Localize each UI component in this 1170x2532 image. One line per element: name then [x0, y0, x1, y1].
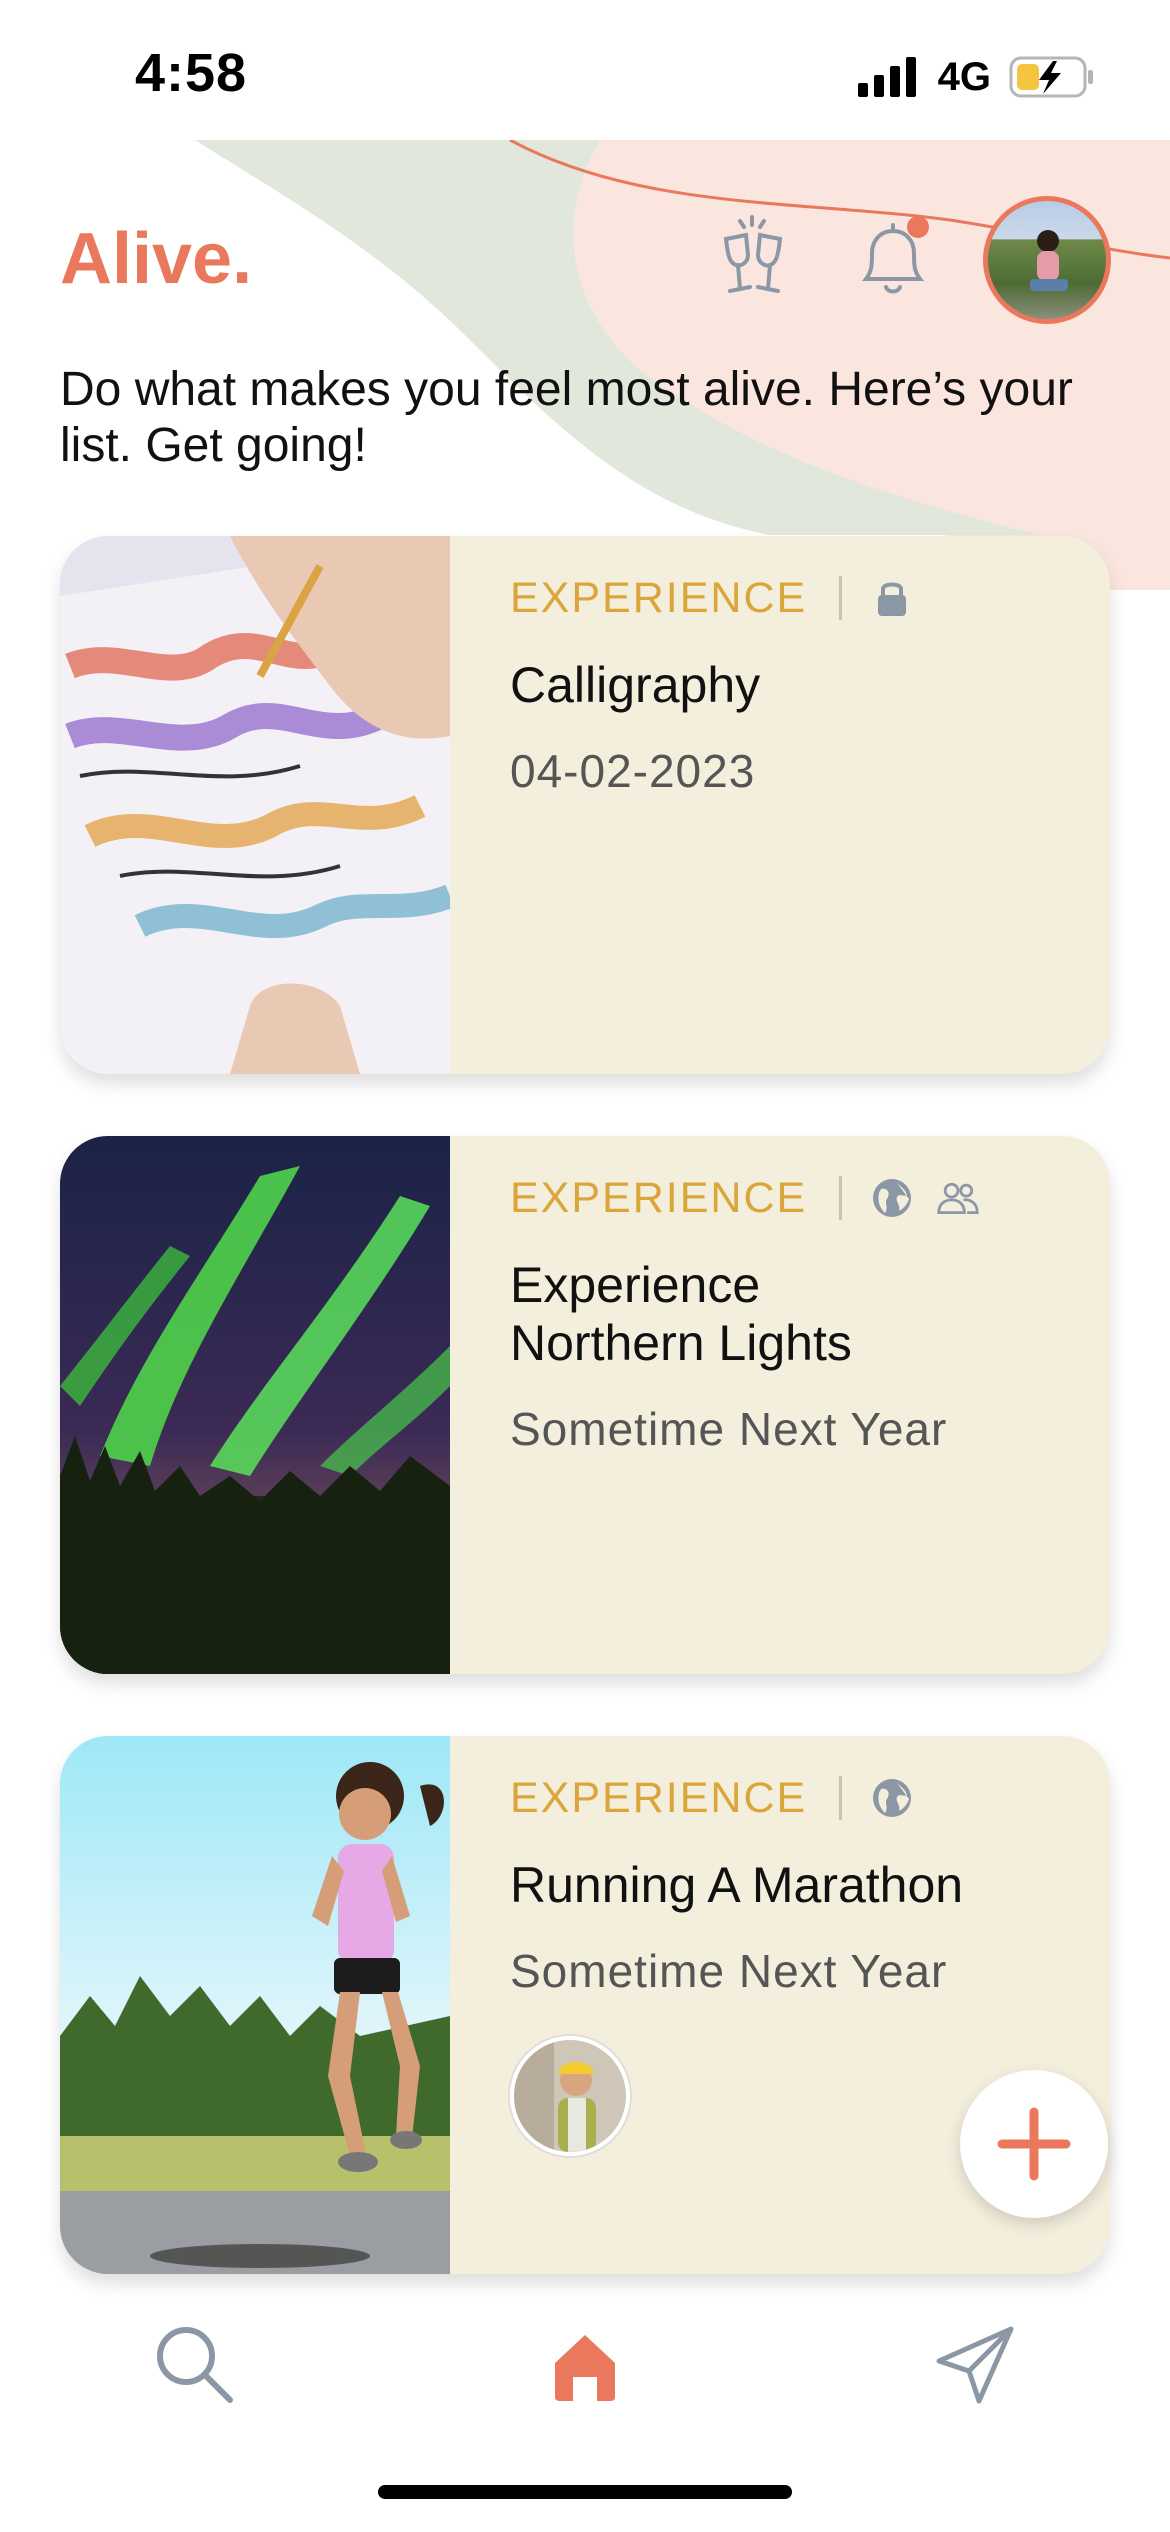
network-type: 4G: [937, 54, 991, 99]
card-date: Sometime Next Year: [510, 1945, 948, 1997]
card-image-marathon: [60, 1736, 450, 2274]
status-time: 4:58: [135, 43, 248, 103]
brand-logo: Alive.: [60, 219, 253, 299]
card-category: EXPERIENCE: [510, 573, 808, 622]
add-item-button[interactable]: [960, 2070, 1108, 2218]
plus-icon: [997, 2107, 1071, 2181]
send-icon: [936, 2326, 1014, 2404]
card-image-northern-lights: [60, 1136, 450, 1674]
list-item-card[interactable]: EXPERIENCE Running A Marathon Sometime N…: [60, 1736, 1110, 2274]
tab-home[interactable]: [530, 2310, 640, 2420]
home-icon: [555, 2335, 615, 2401]
battery-icon: [1009, 56, 1093, 98]
tab-search[interactable]: [140, 2310, 250, 2420]
status-right: 4G: [857, 52, 1095, 102]
notifications-bell-icon[interactable]: [843, 208, 943, 308]
card-title: Running A Marathon: [510, 1857, 964, 1913]
divider: [839, 1176, 843, 1220]
cheers-icon[interactable]: [707, 208, 807, 308]
card-image-calligraphy: [60, 536, 450, 1074]
card-category: EXPERIENCE: [510, 1173, 808, 1222]
group-icon: [936, 1176, 980, 1220]
lock-icon: [870, 576, 914, 620]
search-icon: [157, 2327, 233, 2403]
card-category: EXPERIENCE: [510, 1773, 808, 1822]
signal-icon: [857, 57, 916, 97]
tagline: Do what makes you feel most alive. Here’…: [60, 363, 1073, 472]
participant-avatar[interactable]: [510, 2036, 630, 2156]
divider: [839, 576, 843, 620]
card-date: Sometime Next Year: [510, 1403, 948, 1455]
card-title: Calligraphy: [510, 657, 761, 713]
card-date: 04-02-2023: [510, 745, 756, 797]
home-indicator: [378, 2485, 792, 2499]
globe-icon: [870, 1176, 914, 1220]
list-item-card[interactable]: EXPERIENCE Experience Northern Lights So…: [60, 1136, 1110, 1674]
globe-icon: [870, 1776, 914, 1820]
tab-send[interactable]: [920, 2310, 1030, 2420]
card-title: Experience Northern Lights: [510, 1257, 852, 1371]
divider: [839, 1776, 843, 1820]
profile-avatar[interactable]: [983, 196, 1111, 324]
list-item-card[interactable]: EXPERIENCE Calligraphy 04-02-2023: [60, 536, 1110, 1074]
